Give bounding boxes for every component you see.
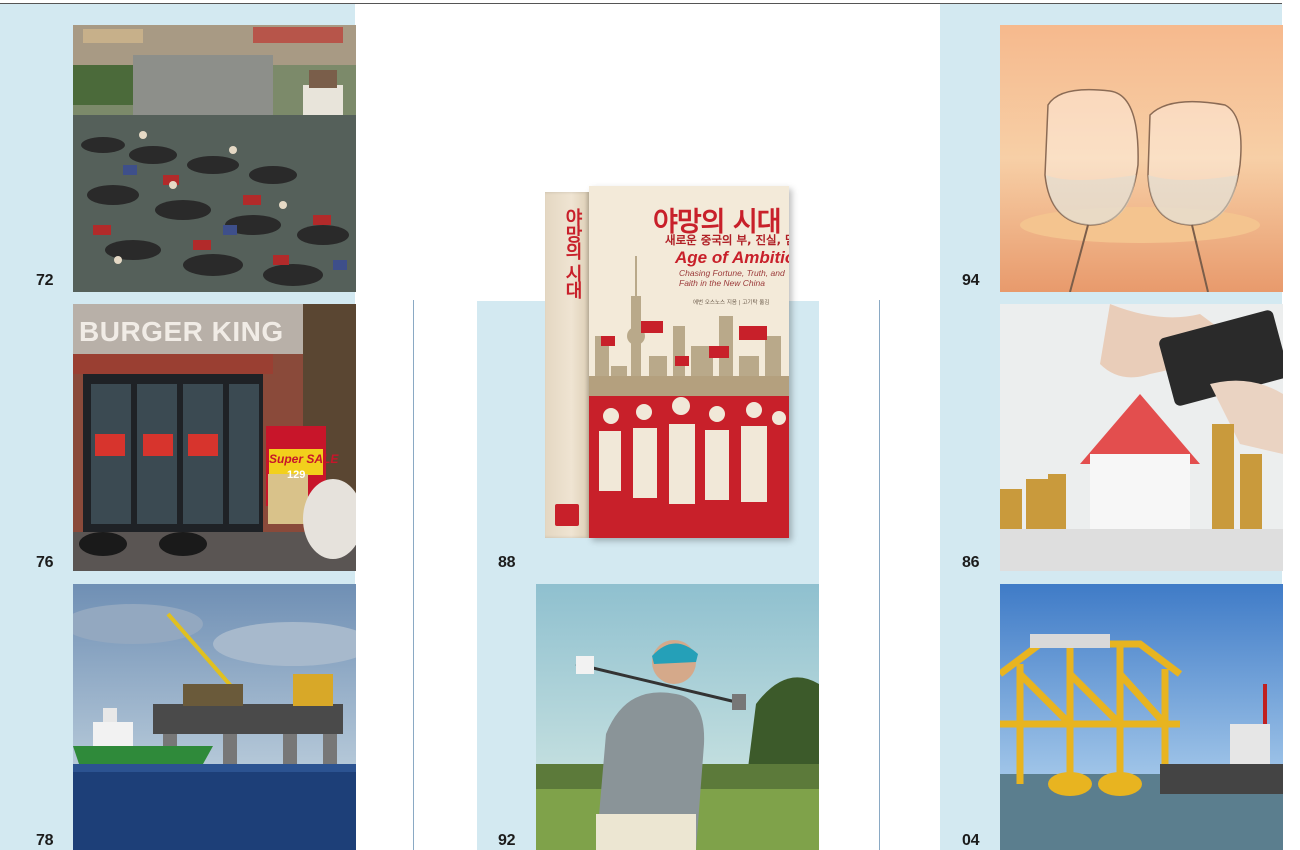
page-number-92: 92 bbox=[498, 832, 516, 849]
page-number-94: 94 bbox=[962, 272, 980, 289]
photo-house-coins[interactable] bbox=[1000, 304, 1283, 571]
page-number-76: 76 bbox=[36, 554, 54, 571]
page-number-86: 86 bbox=[962, 554, 980, 571]
photo-oil-platform[interactable] bbox=[73, 584, 356, 850]
oil-platform-image bbox=[73, 584, 356, 850]
photo-burger-king-store[interactable]: BURGER KING Super SALE 129 bbox=[73, 304, 356, 571]
photo-aquaculture-rig[interactable] bbox=[1000, 584, 1283, 850]
photo-motorbike-street[interactable] bbox=[73, 25, 356, 292]
book-age-of-ambition[interactable]: 야망의 시대 야망의 시대 새로운 중국의 부, 진실, Age of Ambi… bbox=[545, 186, 789, 538]
book-title-english: Age of Ambition bbox=[675, 248, 789, 267]
book-spine: 야망의 시대 bbox=[545, 192, 589, 538]
aquaculture-rig-image bbox=[1000, 584, 1283, 850]
sale-price-text: 129 bbox=[287, 469, 306, 481]
book-subtitle-english: Chasing Fortune, Truth, and Faith in the… bbox=[679, 268, 785, 288]
golfer-image bbox=[536, 584, 819, 850]
wine-glasses-image bbox=[1000, 25, 1283, 292]
book-author-line: 에번 오스노스 지음 | 고기탁 옮김 bbox=[693, 300, 770, 306]
publisher-logo-icon bbox=[555, 504, 579, 526]
sale-banner-text: Super SALE bbox=[269, 452, 339, 466]
page-number-88: 88 bbox=[498, 554, 516, 571]
column-divider-right bbox=[879, 300, 880, 850]
book-spine-title: 야망의 시대 bbox=[562, 208, 583, 299]
column-divider-left bbox=[413, 300, 414, 850]
photo-golfer[interactable] bbox=[536, 584, 819, 850]
page-number-78: 78 bbox=[36, 832, 54, 849]
book-cover: 야망의 시대 새로운 중국의 부, 진실, 믿음 Age of Ambition… bbox=[589, 186, 789, 538]
photo-wine-glasses[interactable] bbox=[1000, 25, 1283, 292]
burger-king-sign: BURGER KING bbox=[79, 316, 284, 347]
motorbike-street-image bbox=[73, 25, 356, 292]
page-number-72: 72 bbox=[36, 272, 54, 289]
house-coins-image bbox=[1000, 304, 1283, 571]
page-number-04: 04 bbox=[962, 832, 980, 849]
book-subtitle-korean: 새로운 중국의 부, 진실, 믿음 bbox=[665, 233, 789, 247]
